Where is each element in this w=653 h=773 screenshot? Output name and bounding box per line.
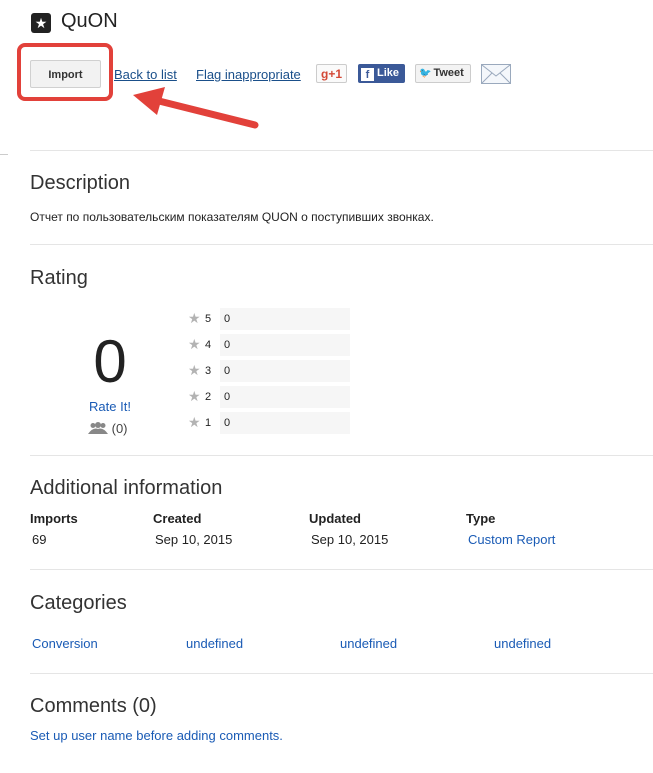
setup-username-link[interactable]: Set up user name before adding comments.: [30, 728, 283, 743]
facebook-like-button[interactable]: f Like: [358, 64, 405, 83]
updated-value: Sep 10, 2015: [311, 532, 389, 547]
rating-row-stars: 1: [205, 417, 212, 429]
rating-row-1: ★ 1 0: [188, 412, 350, 434]
category-link[interactable]: undefined: [186, 636, 243, 651]
page-title: QuON: [61, 10, 118, 32]
rating-row-stars: 5: [205, 313, 212, 325]
rating-bar: [220, 360, 350, 382]
rating-row-stars: 2: [205, 391, 212, 403]
imports-label: Imports: [30, 511, 78, 526]
twitter-bird-icon: 🐦: [419, 68, 432, 79]
divider: [30, 569, 653, 570]
star-icon: ★: [188, 362, 201, 378]
tweet-button[interactable]: 🐦 Tweet: [415, 64, 471, 83]
rating-row-count: 0: [224, 417, 231, 429]
divider: [30, 455, 653, 456]
rate-it-link[interactable]: Rate It!: [70, 399, 150, 414]
created-label: Created: [153, 511, 202, 526]
type-label: Type: [466, 511, 496, 526]
people-icon: [88, 422, 108, 434]
gplus-label: +1: [328, 67, 343, 81]
annotation-arrow: [133, 87, 259, 129]
star-badge-icon: ★: [31, 13, 51, 33]
categories-heading: Categories: [30, 592, 127, 614]
divider: [30, 673, 653, 674]
rating-row-5: ★ 5 0: [188, 308, 350, 330]
type-value-link[interactable]: Custom Report: [468, 532, 555, 547]
category-link[interactable]: undefined: [494, 636, 551, 651]
star-icon: ★: [188, 310, 201, 326]
left-edge-marker: [0, 154, 8, 155]
gplus-button[interactable]: g+1: [316, 64, 347, 83]
imports-value: 69: [32, 532, 47, 547]
additional-info-heading: Additional information: [30, 477, 223, 499]
rating-row-4: ★ 4 0: [188, 334, 350, 356]
star-icon: ★: [188, 388, 201, 404]
rating-row-count: 0: [224, 313, 231, 325]
rating-row-3: ★ 3 0: [188, 360, 350, 382]
highlight-box: [17, 43, 113, 101]
rating-row-stars: 3: [205, 365, 212, 377]
rating-bar: [220, 334, 350, 356]
rating-heading: Rating: [30, 267, 88, 289]
raters-count-text: (0): [111, 421, 128, 436]
rating-row-count: 0: [224, 391, 231, 403]
rating-bar: [220, 308, 350, 330]
rating-row-count: 0: [224, 365, 231, 377]
fb-label: Like: [377, 67, 400, 79]
comments-heading: Comments (0): [30, 695, 157, 717]
category-link[interactable]: Conversion: [32, 636, 98, 651]
facebook-icon: f: [361, 68, 374, 81]
rating-bar: [220, 386, 350, 408]
rating-bar: [220, 412, 350, 434]
description-heading: Description: [30, 172, 131, 194]
star-icon: ★: [188, 336, 201, 352]
rating-row-2: ★ 2 0: [188, 386, 350, 408]
star-icon: ★: [188, 414, 201, 430]
rating-score: 0: [93, 328, 127, 395]
flag-inappropriate-link[interactable]: Flag inappropriate: [196, 67, 301, 82]
tweet-label: Tweet: [433, 67, 464, 79]
divider: [30, 150, 653, 151]
updated-label: Updated: [309, 511, 361, 526]
back-to-list-link[interactable]: Back to list: [114, 67, 177, 82]
created-value: Sep 10, 2015: [155, 532, 233, 547]
mail-icon[interactable]: [481, 64, 511, 84]
description-text: Отчет по пользовательским показателям QU…: [30, 210, 434, 224]
raters-count: (0): [88, 421, 128, 436]
rating-row-stars: 4: [205, 339, 212, 351]
rating-row-count: 0: [224, 339, 231, 351]
category-link[interactable]: undefined: [340, 636, 397, 651]
divider: [30, 244, 653, 245]
